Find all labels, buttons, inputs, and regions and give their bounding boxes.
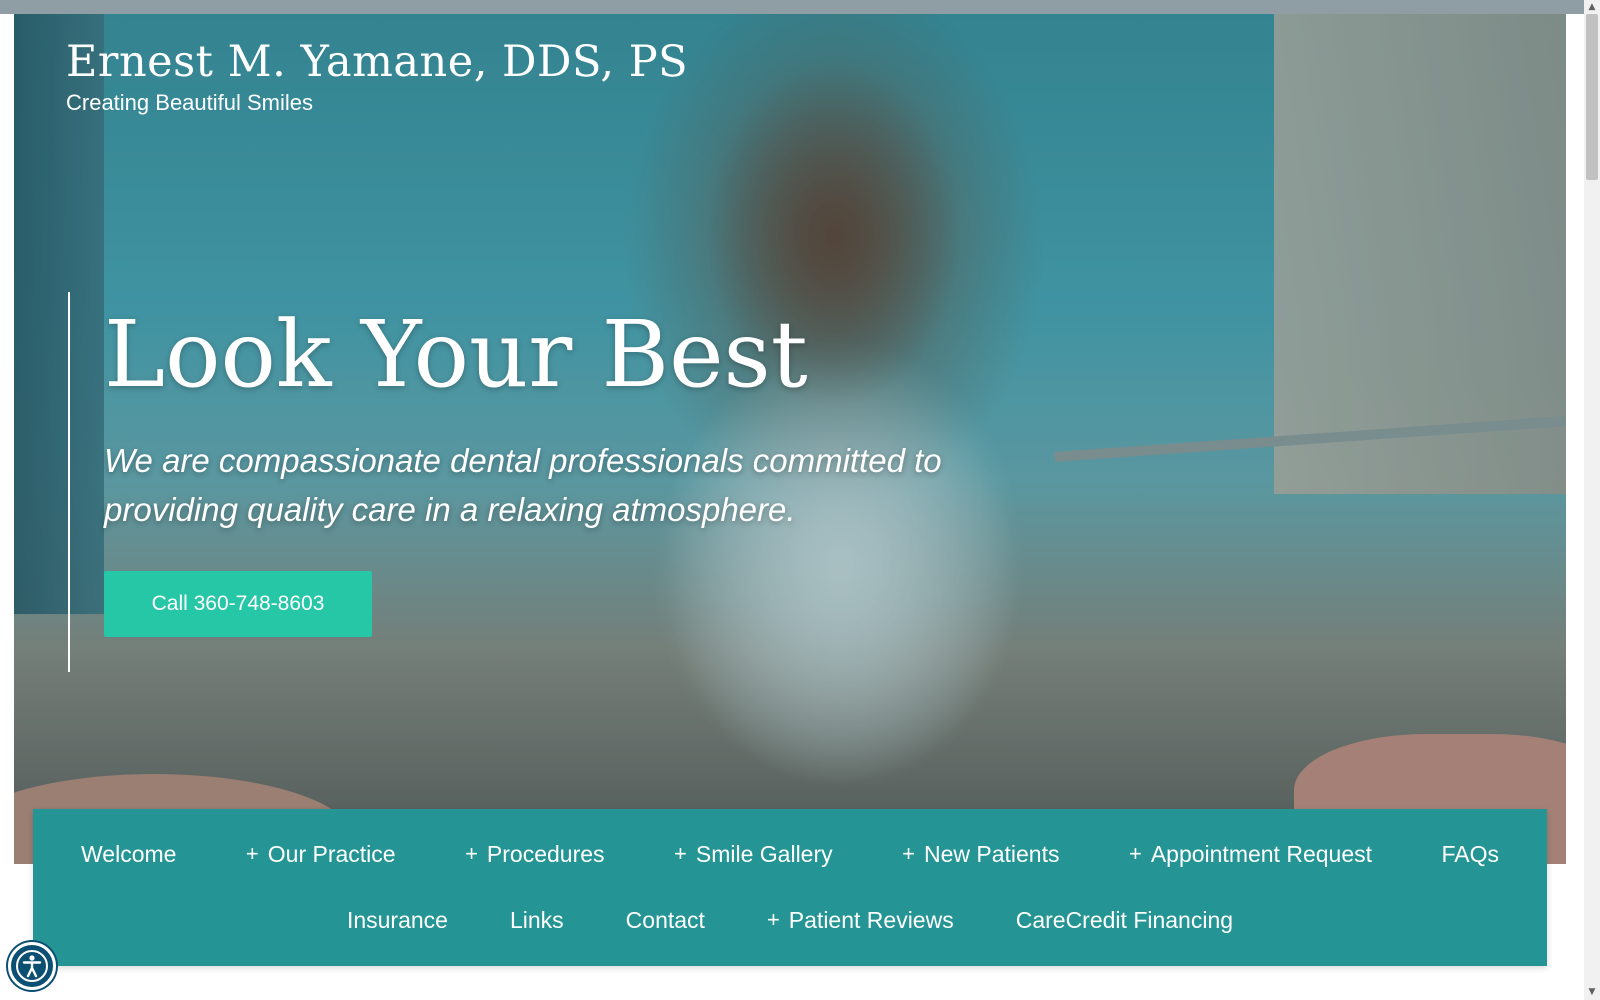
scroll-down-arrow-icon[interactable]: ▼ [1586, 986, 1598, 998]
nav-item-smile-gallery[interactable]: + Smile Gallery [674, 841, 833, 868]
brand[interactable]: Ernest M. Yamane, DDS, PS Creating Beaut… [66, 36, 688, 116]
plus-icon: + [902, 841, 915, 866]
plus-icon: + [766, 907, 780, 932]
nav-item-procedures[interactable]: + Procedures [465, 841, 604, 868]
plus-icon: + [1128, 841, 1142, 866]
scroll-up-arrow-icon[interactable]: ▲ [1586, 1, 1598, 13]
nav-item-faqs[interactable]: FAQs [1441, 841, 1499, 868]
nav-item-contact[interactable]: Contact [626, 907, 705, 934]
nav-item-links[interactable]: Links [510, 907, 564, 934]
nav-item-label: Appointment Request [1150, 840, 1373, 867]
accessibility-icon [16, 950, 48, 982]
plus-icon: + [465, 841, 478, 866]
nav-item-label: New Patients [923, 840, 1060, 867]
nav-item-label: Links [509, 906, 564, 933]
nav-item-label: CareCredit Financing [1015, 906, 1234, 933]
hero-accent-bar [68, 292, 70, 672]
nav-item-label: Contact [625, 906, 705, 933]
nav-item-label: Smile Gallery [695, 840, 833, 867]
nav-item-label: Welcome [81, 840, 177, 867]
site-tagline: Creating Beautiful Smiles [66, 90, 314, 115]
hero-heading: Look Your Best [104, 301, 808, 408]
hero-subtitle: We are compassionate dental professional… [104, 442, 942, 528]
nav-item-label: Procedures [486, 840, 605, 867]
accessibility-button[interactable] [8, 942, 56, 990]
scrollbar-thumb[interactable] [1586, 14, 1598, 180]
main-navigation: Welcome + Our Practice + Procedures + Smile Ga… [33, 809, 1547, 966]
call-button[interactable]: Call 360-748-8603 [104, 571, 372, 637]
nav-item-label: FAQs [1441, 840, 1499, 867]
nav-item-insurance[interactable]: Insurance [347, 907, 448, 934]
top-strip [0, 0, 1584, 14]
nav-item-carecredit-financing[interactable]: CareCredit Financing [1016, 907, 1233, 934]
nav-item-appointment-request[interactable]: + Appointment Request [1129, 841, 1372, 868]
nav-item-label: Insurance [346, 906, 448, 933]
site-title[interactable]: Ernest M. Yamane, DDS, PS [66, 36, 688, 88]
nav-item-patient-reviews[interactable]: + Patient Reviews [767, 907, 954, 934]
page: Ernest M. Yamane, DDS, PS Creating Beaut… [0, 0, 1584, 1000]
nav-item-label: Our Practice [267, 840, 396, 867]
nav-item-new-patients[interactable]: + New Patients [902, 841, 1059, 868]
nav-item-label: Patient Reviews [788, 906, 954, 933]
nav-row-secondary: Insurance Links Contact + Patient Reviews Car… [33, 871, 1547, 969]
nav-item-welcome[interactable]: Welcome [81, 841, 176, 868]
plus-icon: + [245, 841, 259, 866]
nav-item-our-practice[interactable]: + Our Practice [246, 841, 396, 868]
plus-icon: + [674, 841, 687, 866]
